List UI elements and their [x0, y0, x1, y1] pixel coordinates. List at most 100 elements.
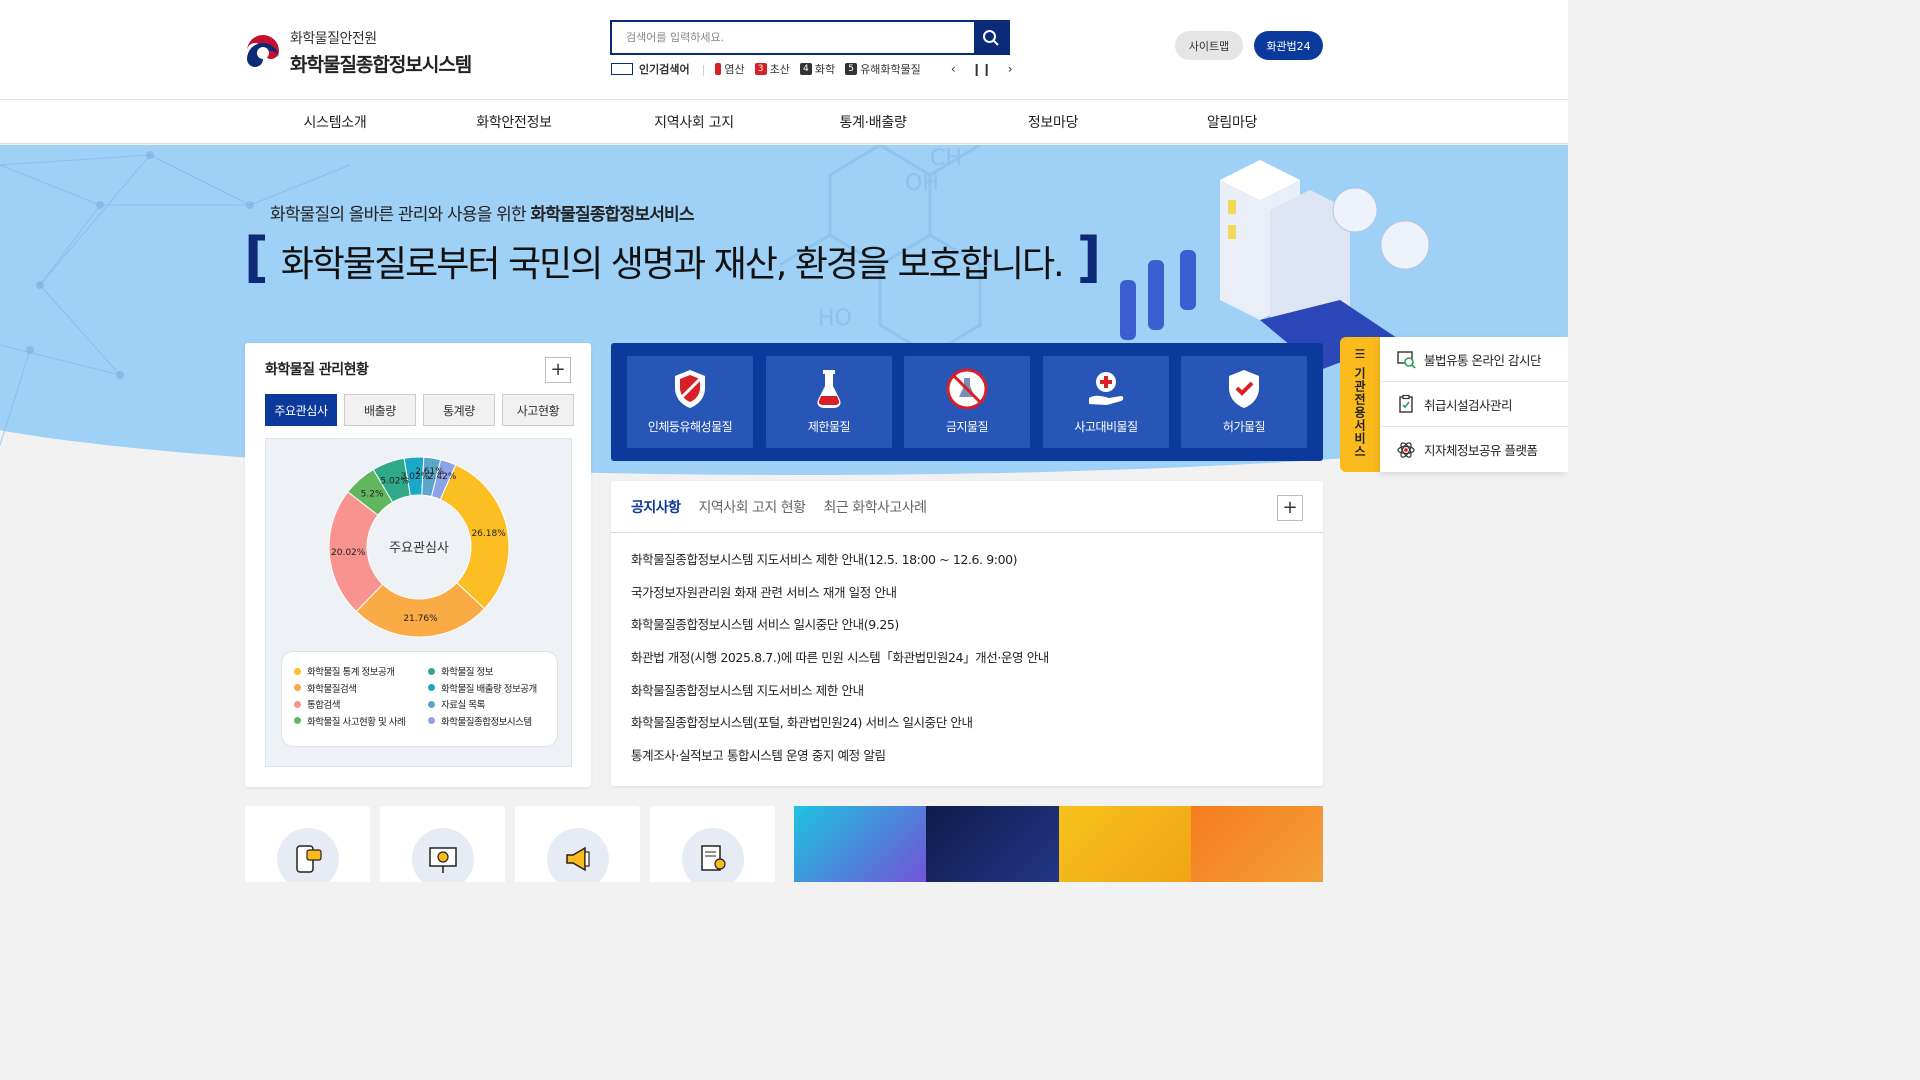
promo-banner[interactable] — [794, 806, 1323, 882]
legend-dot — [428, 700, 435, 708]
chart-center-label: 주요관심사 — [389, 541, 449, 556]
tab-notices[interactable]: 공지사항 — [631, 497, 681, 517]
agency-service-tab[interactable]: ☰ 기관전용서비스 — [1340, 337, 1380, 472]
keyword-box-icon — [611, 63, 633, 75]
quick-permitted-substances[interactable]: 허가물질 — [1181, 356, 1307, 448]
donut-chart: 26.18%21.76%20.02%5.2%5.02%3.02%2.61%2.4… — [328, 456, 510, 638]
tab-community-status[interactable]: 지역사회 고지 현황 — [699, 497, 806, 517]
prohibited-flask-icon — [946, 368, 988, 410]
quick-hazardous-substances[interactable]: 인체등유해성물질 — [627, 356, 753, 448]
legend-label: 화학물질 통계 정보공개 — [307, 667, 395, 678]
search-box — [610, 20, 1010, 55]
side-item-online-monitor[interactable]: 불법유통 온라인 감시단 — [1380, 337, 1568, 382]
popular-keyword[interactable]: 염산 — [715, 61, 745, 77]
legend-dot — [294, 684, 301, 691]
chemical-status-panel: 화학물질 관리현황 + 주요관심사 배출량 통계량 사고현황 26.18% 21.… — [245, 343, 591, 787]
nav-community-notice[interactable]: 지역사회 고지 — [654, 112, 734, 132]
next-keyword-button[interactable]: › — [1008, 62, 1013, 76]
notice-item[interactable]: 화학물질종합정보시스템 서비스 일시중단 안내(9.25) — [631, 614, 1049, 647]
tab-accidents[interactable]: 사고현황 — [502, 394, 574, 426]
shield-check-icon — [1229, 370, 1259, 408]
tab-statistics[interactable]: 통계량 — [423, 394, 495, 426]
rank-badge: 3 — [754, 63, 767, 75]
bottom-card[interactable] — [245, 806, 370, 882]
donut-chart-box: 26.18% 21.76% 20.02% 5.2% 5.02% 3.02% 2.61% 2.4… — [265, 438, 572, 767]
status-more-button[interactable]: + — [545, 357, 571, 383]
svg-text:CH: CH — [930, 146, 962, 171]
main-navigation: 시스템소개 화학안전정보 지역사회 고지 통계·배출량 정보마당 알림마당 — [0, 100, 1568, 144]
legend-item: 자료실 목록 — [428, 697, 485, 711]
bottom-card[interactable] — [380, 806, 505, 882]
quick-prohibited-substances[interactable]: 금지물질 — [904, 356, 1030, 448]
popular-keywords: 인기검색어 | 염산 3 초산 4 화학 5 유해화학물질 ‹ ❙❙ › — [611, 61, 1013, 77]
search-button[interactable] — [974, 22, 1008, 53]
tab-emissions[interactable]: 배출량 — [344, 394, 416, 426]
slice-label: 5.2% — [361, 490, 384, 500]
nav-statistics[interactable]: 통계·배출량 — [839, 112, 906, 132]
agency-service-label: 기관전용서비스 — [1352, 367, 1367, 458]
tab-recent-accidents[interactable]: 최근 화학사고사례 — [823, 497, 927, 517]
notice-item[interactable]: 화학물질종합정보시스템 지도서비스 제한 안내(12.5. 18:00 ~ 12… — [631, 549, 1049, 582]
legend-label: 통합검색 — [307, 700, 340, 711]
prev-keyword-button[interactable]: ‹ — [951, 62, 956, 76]
legend-dot — [294, 667, 301, 675]
hero-title: [ 화학물질로부터 국민의 생명과 재산, 환경을 보호합니다. ] — [244, 226, 1101, 289]
quick-accident-preparedness[interactable]: 사고대비물질 — [1043, 356, 1169, 448]
slice-label: 2.42% — [428, 472, 457, 482]
document-key-icon — [700, 845, 726, 871]
notice-more-button[interactable]: + — [1277, 495, 1303, 521]
notice-item[interactable]: 화관법 개정(시행 2025.8.7.)에 따른 민원 시스템「화관법민원24」… — [631, 647, 1049, 680]
search-icon — [983, 29, 999, 46]
quick-menu: 인체등유해성물질 제한물질 금지물질 사고대비물질 허가물질 — [611, 343, 1323, 461]
quick-restricted-substances[interactable]: 제한물질 — [766, 356, 892, 448]
sitemap-button[interactable]: 사이트맵 — [1175, 31, 1243, 60]
agency-service-panel: 불법유통 온라인 감시단 취급시설검사관리 지자체정보공유 플랫폼 — [1380, 337, 1568, 472]
legend-item: 화학물질검색 — [294, 681, 357, 695]
slice-label: 21.76% — [403, 614, 438, 624]
banner-lab-image — [794, 806, 927, 882]
legend-dot — [428, 717, 435, 724]
shield-slash-icon — [675, 370, 705, 408]
legend-label: 화학물질 사고현황 및 사례 — [307, 716, 406, 728]
chart-legend: 화학물질 통계 정보공개 화학물질 정보화학물질검색 화학물질 배출량 정보공개통합… — [281, 651, 558, 747]
legend-label: 화학물질 정보 — [441, 667, 493, 678]
popular-keyword[interactable]: 5 유해화학물질 — [845, 61, 921, 77]
legend-dot — [428, 684, 435, 691]
legend-label: 화학물질종합정보시스템 — [441, 716, 532, 728]
notice-item[interactable]: 화학물질종합정보시스템 지도서비스 제한 안내 — [631, 680, 1049, 713]
notice-item[interactable]: 화학물질종합정보시스템(포털, 화관법민원24) 서비스 일시중단 안내 — [631, 712, 1049, 745]
hero-subtitle: 화학물질의 올바른 관리와 사용을 위한 화학물질종합정보서비스 — [270, 205, 695, 225]
legend-item: 화학물질 배출량 정보공개 — [428, 681, 537, 695]
panel-title: 화학물질 관리현황 — [265, 362, 369, 378]
banner-analysis-image — [1190, 806, 1323, 882]
phone-chat-icon — [295, 845, 322, 873]
nav-info[interactable]: 정보마당 — [1028, 112, 1079, 132]
nav-announcements[interactable]: 알림마당 — [1207, 112, 1258, 132]
popular-keyword[interactable]: 3 초산 — [754, 61, 790, 77]
side-item-facility-inspection[interactable]: 취급시설검사관리 — [1380, 382, 1568, 427]
notice-item[interactable]: 국가정보자원관리원 화재 관련 서비스 재개 일정 안내 — [631, 582, 1049, 615]
search-input[interactable] — [612, 22, 974, 53]
legend-label: 화학물질 배출량 정보공개 — [441, 683, 537, 695]
status-tabs: 주요관심사 배출량 통계량 사고현황 — [265, 394, 574, 426]
logo[interactable]: 화학물질안전원 화학물질종합정보시스템 — [244, 28, 472, 77]
rank-badge: 5 — [845, 63, 858, 75]
tab-main-interest[interactable]: 주요관심사 — [265, 394, 337, 426]
nav-system-intro[interactable]: 시스템소개 — [304, 112, 367, 132]
slice-label: 20.02% — [331, 548, 366, 558]
popular-keyword[interactable]: 4 화학 — [799, 61, 835, 77]
notice-item[interactable]: 통계조사·실적보고 통합시스템 운영 중지 예정 알림 — [631, 745, 1049, 778]
bottom-card[interactable] — [515, 806, 640, 882]
pause-keyword-button[interactable]: ❙❙ — [972, 62, 992, 76]
hero-section: CH OH HO 화학물질의 올바른 관리와 사용을 위한 화학물질종합정보서비… — [0, 145, 1568, 882]
clipboard-check-icon — [1399, 394, 1413, 413]
svg-text:OH: OH — [905, 171, 939, 196]
bracket-close: ] — [1076, 226, 1102, 289]
legend-item: 화학물질 사고현황 및 사례 — [294, 714, 406, 728]
bottom-card[interactable] — [650, 806, 775, 882]
nav-chemical-safety[interactable]: 화학안전정보 — [476, 112, 552, 132]
bracket-open: [ — [244, 226, 269, 289]
presentation-chart-icon — [428, 847, 457, 873]
side-item-local-gov-platform[interactable]: 지자체정보공유 플랫폼 — [1380, 427, 1568, 472]
law24-button[interactable]: 화관법24 — [1254, 31, 1323, 60]
